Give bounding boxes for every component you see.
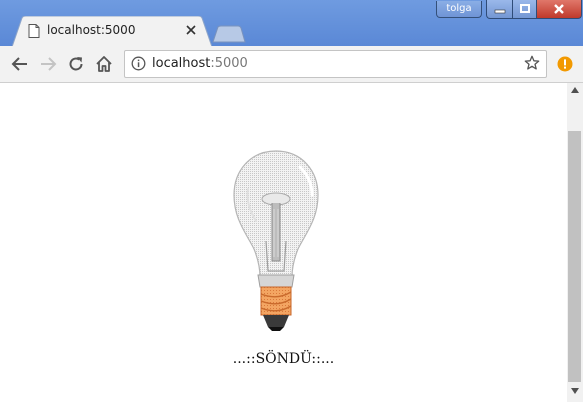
- browser-toolbar: localhost:5000: [0, 46, 583, 83]
- bulb-status-text: ...::SÖNDÜ::...: [232, 351, 335, 367]
- profile-badge[interactable]: tolga: [436, 1, 482, 18]
- minimize-button[interactable]: [486, 0, 514, 19]
- tab-localhost[interactable]: localhost:5000: [12, 16, 212, 47]
- forward-button[interactable]: [38, 54, 58, 74]
- close-icon: [554, 4, 564, 14]
- address-bar[interactable]: localhost:5000: [124, 50, 547, 78]
- warning-icon[interactable]: [557, 56, 573, 72]
- page-icon: [28, 24, 40, 38]
- back-button[interactable]: [10, 54, 30, 74]
- close-window-button[interactable]: [536, 0, 582, 19]
- url-text: localhost:5000: [152, 56, 248, 71]
- home-icon: [96, 56, 112, 72]
- info-icon[interactable]: [131, 56, 146, 71]
- home-button[interactable]: [94, 54, 114, 74]
- minimize-icon: [494, 9, 506, 14]
- maximize-button[interactable]: [512, 0, 538, 19]
- back-arrow-icon: [11, 57, 27, 71]
- url-port: :5000: [210, 56, 248, 71]
- forward-arrow-icon: [41, 57, 57, 71]
- vertical-scrollbar[interactable]: [567, 83, 583, 402]
- star-icon[interactable]: [524, 55, 540, 71]
- tab-title: localhost:5000: [47, 23, 136, 37]
- scroll-down-arrow-icon[interactable]: [571, 388, 579, 394]
- maximize-icon: [520, 4, 530, 13]
- reload-button[interactable]: [66, 54, 86, 74]
- window-titlebar: tolga localhost:5000: [0, 0, 583, 47]
- tab-close-icon[interactable]: [186, 25, 196, 35]
- light-bulb-off-image: [233, 150, 319, 331]
- page-viewport: ...::SÖNDÜ::...: [0, 83, 567, 402]
- reload-icon: [69, 57, 83, 71]
- new-tab-button[interactable]: [212, 25, 246, 43]
- scroll-thumb[interactable]: [568, 131, 581, 382]
- scroll-up-arrow-icon[interactable]: [571, 87, 579, 93]
- url-host: localhost: [152, 56, 211, 71]
